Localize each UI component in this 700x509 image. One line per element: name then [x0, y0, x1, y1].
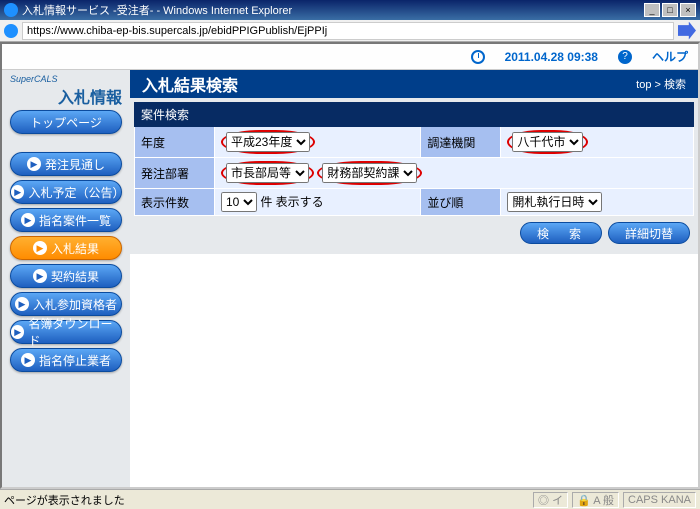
detail-toggle-button[interactable]: 詳細切替 — [608, 222, 690, 244]
label-kikan: 調達機関 — [421, 127, 501, 158]
arrow-icon: ▶ — [33, 241, 47, 255]
maximize-button[interactable]: □ — [662, 3, 678, 17]
sidebar-item-hatchu[interactable]: ▶発注見通し — [10, 152, 122, 176]
search-table: 案件検索 年度 平成23年度 調達機関 八千代市 発注部署 市長部局等 財務部契… — [134, 102, 694, 216]
page-header: 入札結果検索 top > 検索 — [130, 70, 698, 98]
window-titlebar: 入札情報サービス -受注者- - Windows Internet Explor… — [0, 0, 700, 20]
count-suffix: 件 表示する — [260, 195, 323, 209]
clock-icon — [471, 50, 485, 64]
label-sort: 並び順 — [421, 189, 501, 216]
page-title: 入札結果検索 — [142, 72, 238, 96]
address-bar — [0, 20, 700, 42]
close-button[interactable]: × — [680, 3, 696, 17]
select-busho2[interactable]: 財務部契約課 — [322, 163, 417, 183]
lock-icon — [4, 24, 18, 38]
help-link[interactable]: ヘルプ — [652, 48, 688, 65]
arrow-icon: ▶ — [27, 157, 41, 171]
arrow-icon: ▶ — [21, 353, 35, 367]
sidebar: SuperCALS 入札情報 （物品） トップページ ▶発注見通し ▶入札予定（… — [2, 70, 130, 487]
label-nendo: 年度 — [135, 127, 215, 158]
window-title: 入札情報サービス -受注者- - Windows Internet Explor… — [22, 2, 292, 18]
arrow-icon: ▶ — [11, 185, 24, 199]
status-bar: ページが表示されました ◎ イ 🔒 A 般 CAPS KANA — [0, 489, 700, 509]
select-busho1[interactable]: 市長部局等 — [226, 163, 309, 183]
datetime-text: 2011.04.28 09:38 — [505, 50, 598, 64]
minimize-button[interactable]: _ — [644, 3, 660, 17]
go-icon[interactable] — [678, 22, 696, 40]
sidebar-item-shimei[interactable]: ▶指名案件一覧 — [10, 208, 122, 232]
select-count[interactable]: 10 — [221, 192, 257, 212]
search-button[interactable]: 検 索 — [520, 222, 602, 244]
status-ime: CAPS KANA — [623, 492, 696, 508]
breadcrumb: top > 検索 — [636, 76, 686, 92]
sidebar-item-sanka[interactable]: ▶入札参加資格者 — [10, 292, 122, 316]
label-busho: 発注部署 — [135, 158, 215, 189]
sidebar-item-teishi[interactable]: ▶指名停止業者 — [10, 348, 122, 372]
sidebar-item-meibo[interactable]: ▶名簿ダウンロード — [10, 320, 122, 344]
select-kikan[interactable]: 八千代市 — [512, 132, 583, 152]
results-area — [130, 254, 698, 487]
help-icon[interactable]: ? — [618, 50, 632, 64]
status-text: ページが表示されました — [4, 492, 125, 508]
search-caption: 案件検索 — [135, 103, 694, 127]
arrow-icon: ▶ — [15, 297, 29, 311]
sidebar-item-kekka[interactable]: ▶入札結果 — [10, 236, 122, 260]
select-nendo[interactable]: 平成23年度 — [226, 132, 310, 152]
sidebar-item-keiyaku[interactable]: ▶契約結果 — [10, 264, 122, 288]
arrow-icon: ▶ — [33, 269, 47, 283]
sidebar-item-yotei[interactable]: ▶入札予定（公告） — [10, 180, 122, 204]
status-pane: ◎ イ — [533, 492, 568, 508]
arrow-icon: ▶ — [11, 325, 24, 339]
sidebar-item-top[interactable]: トップページ — [10, 110, 122, 134]
logo: SuperCALS 入札情報 （物品） — [6, 72, 126, 106]
status-pane: 🔒 A 般 — [572, 492, 619, 508]
label-count: 表示件数 — [135, 189, 215, 216]
select-sort[interactable]: 開札執行日時 — [507, 192, 602, 212]
ie-icon — [4, 3, 18, 17]
top-info-bar: 2011.04.28 09:38 ? ヘルプ — [2, 44, 698, 70]
url-input[interactable] — [22, 22, 674, 40]
arrow-icon: ▶ — [21, 213, 35, 227]
